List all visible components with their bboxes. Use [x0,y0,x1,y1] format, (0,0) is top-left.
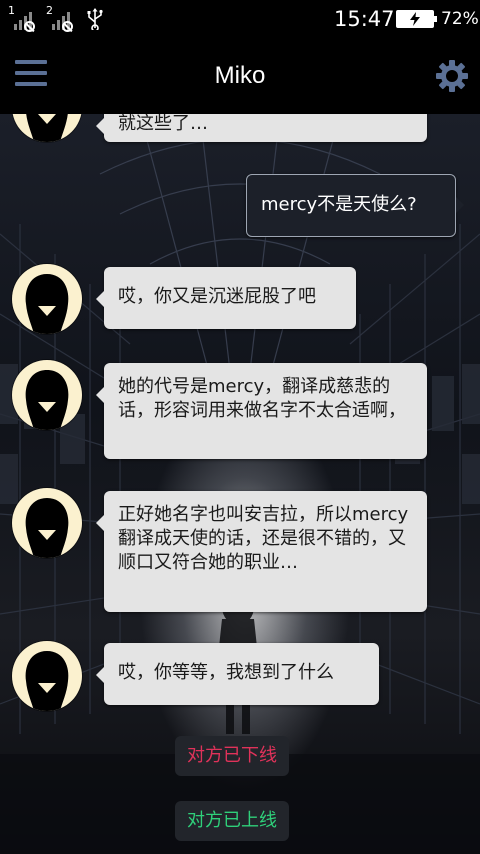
notice-text: 对方已上线 [187,810,277,831]
message-bubble-incoming: 哎，你又是沉迷屁股了吧 [96,267,356,329]
contact-avatar[interactable] [12,264,82,334]
contact-avatar[interactable] [12,488,82,558]
title-bar: Miko [0,38,480,114]
chat-title: Miko [214,62,266,89]
chat-screen: 1 2 15:47 72% Miko 就这些了… mercy不是天使么? 哎，你… [0,0,480,854]
status-bar: 1 2 15:47 72% [0,0,480,38]
notice-text: 对方已下线 [187,745,277,766]
message-bubble-incoming: 就这些了… [96,114,427,142]
message-text: 哎，你等等，我想到了什么 [118,662,334,683]
message-text: 就这些了… [118,114,208,134]
usb-icon [87,8,103,30]
system-notice-offline: 对方已下线 [175,736,289,776]
message-text: 哎，你又是沉迷屁股了吧 [118,286,316,307]
message-bubble-outgoing: mercy不是天使么? [246,174,464,237]
system-notice-online: 对方已上线 [175,801,289,841]
message-text: 正好她名字也叫安吉拉，所以mercy翻译成天使的话，还是很不错的，又顺口又符合她… [118,504,409,573]
message-bubble-incoming: 哎，你等等，我想到了什么 [96,643,379,705]
contact-avatar[interactable] [12,360,82,430]
chat-area[interactable]: 就这些了… mercy不是天使么? 哎，你又是沉迷屁股了吧 她的代号是mercy… [0,114,480,854]
message-text: 她的代号是mercy，翻译成慈悲的话，形容词用来做名字不太合适啊， [118,376,406,421]
contact-avatar[interactable] [12,641,82,711]
message-bubble-incoming: 正好她名字也叫安吉拉，所以mercy翻译成天使的话，还是很不错的，又顺口又符合她… [96,491,427,612]
settings-button[interactable] [436,60,468,92]
battery-charging-icon [396,10,437,28]
message-text: mercy不是天使么? [261,194,417,215]
sim1-signal-icon: 1 [8,4,38,32]
sim2-signal-icon: 2 [46,4,76,32]
gear-icon [436,60,468,92]
clock: 15:47 [334,7,395,31]
battery-percent: 72% [441,9,479,29]
message-bubble-incoming: 她的代号是mercy，翻译成慈悲的话，形容词用来做名字不太合适啊， [96,363,427,459]
